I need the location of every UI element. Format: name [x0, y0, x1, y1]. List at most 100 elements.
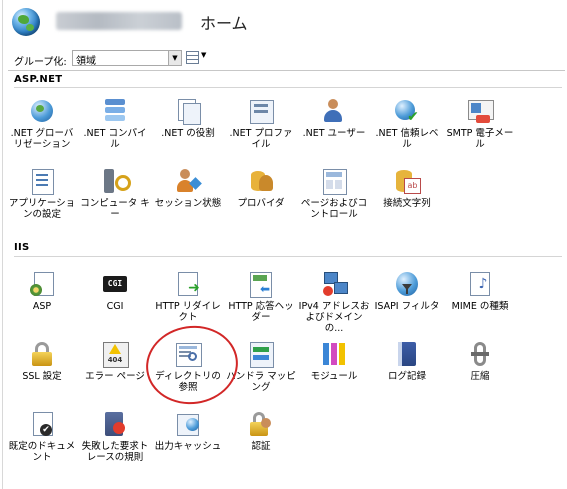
- icon-shape: [254, 104, 268, 107]
- feature-compression[interactable]: 圧縮: [444, 340, 516, 404]
- icon-shape: [334, 282, 348, 294]
- server-globe-icon: [12, 8, 40, 36]
- feature-label: プロバイダ: [237, 198, 285, 209]
- icon-shape: [104, 169, 114, 193]
- icon-shape: [339, 343, 345, 365]
- feature-logging[interactable]: ログ記録: [371, 340, 443, 404]
- feature-http-response-headers[interactable]: ⬅ HTTP 応答ヘッダー: [225, 270, 297, 334]
- icon-shape: [36, 184, 48, 186]
- http-redirect-icon: ➜: [174, 270, 202, 298]
- icon-shape: [253, 347, 269, 352]
- mime-types-icon: ♪: [466, 270, 494, 298]
- icon-shape: [471, 352, 489, 356]
- icon-shape: [105, 99, 125, 105]
- blurred-hostname: [56, 12, 182, 30]
- feature-label: アプリケーションの設定: [8, 198, 76, 220]
- page-title: ホーム: [200, 14, 248, 33]
- feature-label: 認証: [251, 441, 271, 452]
- feature-ssl-lock[interactable]: SSL 設定: [6, 340, 78, 404]
- icon-shape: [30, 284, 42, 296]
- group-by-select[interactable]: 領域 ▼: [72, 50, 182, 67]
- feature-ipv4-restrictions[interactable]: IPv4 アドレスおよびドメインの...: [298, 270, 370, 334]
- feature-label: ISAPI フィルタ: [374, 301, 440, 312]
- feature-label: CGI: [106, 301, 124, 312]
- feature-mime-types[interactable]: ♪ MIME の種類: [444, 270, 516, 334]
- feature-label: HTTP 応答ヘッダー: [228, 301, 294, 323]
- section-divider: [14, 256, 562, 257]
- view-mode-button[interactable]: ▼: [186, 50, 210, 64]
- app-settings-icon: [28, 167, 56, 195]
- ssl-lock-icon: [28, 340, 56, 368]
- icon-shape: [109, 344, 121, 354]
- icon-shape: CGI: [103, 276, 127, 292]
- feature-label: IPv4 アドレスおよびドメインの...: [298, 301, 370, 334]
- feature-failed-request-tracing[interactable]: 失敗した要求トレースの規則: [79, 410, 151, 474]
- feature-smtp-mail[interactable]: SMTP 電子メール: [444, 97, 516, 161]
- feature-session-state[interactable]: セッション状態: [152, 167, 224, 231]
- machine-key-icon: [101, 167, 131, 195]
- feature-pages-controls[interactable]: ページおよびコントロール: [298, 167, 370, 231]
- group-by-value: 領域: [76, 56, 96, 67]
- feature-label: ページおよびコントロール: [300, 198, 368, 220]
- icon-shape: [261, 418, 271, 428]
- feature-http-redirect[interactable]: ➜ HTTP リダイレクト: [152, 270, 224, 334]
- feature-error-pages[interactable]: 404 エラー ページ: [79, 340, 151, 404]
- output-caching-icon: [174, 410, 202, 438]
- feature-label: コンピュータ キー: [80, 198, 150, 220]
- icon-shape: [115, 175, 131, 191]
- feature-users[interactable]: .NET ユーザー: [298, 97, 370, 161]
- smtp-mail-icon: [466, 97, 494, 125]
- feature-label: セッション状態: [154, 198, 222, 209]
- icon-shape: [113, 422, 125, 434]
- icon-shape: [186, 418, 199, 431]
- icon-shape: [36, 179, 48, 181]
- chevron-down-icon: ▼: [201, 51, 207, 59]
- icon-shape: [471, 103, 481, 113]
- connection-strings-icon: ab: [393, 167, 421, 195]
- icon-shape: [105, 107, 125, 113]
- feature-isapi-filters[interactable]: ISAPI フィルタ: [371, 270, 443, 334]
- icon-shape: [254, 110, 268, 113]
- compile-icon: [101, 97, 129, 125]
- feature-label: MIME の種類: [451, 301, 509, 312]
- feature-globe[interactable]: .NET グローバリゼーション: [6, 97, 78, 161]
- feature-profile[interactable]: .NET プロファイル: [225, 97, 297, 161]
- trust-level-icon: ✔: [393, 97, 421, 125]
- feature-label: 失敗した要求トレースの規則: [81, 441, 149, 463]
- feature-label: エラー ページ: [85, 371, 145, 382]
- icon-shape: [32, 352, 52, 366]
- feature-app-settings[interactable]: アプリケーションの設定: [6, 167, 78, 231]
- failed-request-tracing-icon: [101, 410, 129, 438]
- icon-shape: [183, 103, 201, 125]
- feature-label: HTTP リダイレクト: [155, 301, 221, 323]
- feature-label: ログ記録: [387, 371, 426, 382]
- users-icon: [320, 97, 348, 125]
- feature-authentication[interactable]: 認証: [225, 410, 297, 474]
- feature-roles[interactable]: .NET の役割: [152, 97, 224, 161]
- feature-compile[interactable]: .NET コンパイル: [79, 97, 151, 161]
- feature-label: ASP: [32, 301, 52, 312]
- icon-shape: [105, 115, 125, 121]
- feature-label: .NET コンパイル: [83, 128, 147, 150]
- feature-asp[interactable]: ASP: [6, 270, 78, 334]
- feature-default-document[interactable]: ✔ 既定のドキュメント: [6, 410, 78, 474]
- feature-providers[interactable]: プロバイダ: [225, 167, 297, 231]
- feature-cgi[interactable]: CGI CGI: [79, 270, 151, 334]
- feature-trust-level[interactable]: ✔ .NET 信頼レベル: [371, 97, 443, 161]
- feature-label: .NET の役割: [161, 128, 215, 139]
- icon-shape: ✔: [407, 109, 419, 125]
- icon-shape: [323, 343, 329, 365]
- feature-machine-key[interactable]: コンピュータ キー: [79, 167, 151, 231]
- icon-shape: [259, 175, 273, 191]
- feature-label: 圧縮: [470, 371, 490, 382]
- feature-label: SMTP 電子メール: [446, 128, 514, 150]
- group-by-toolbar: グループ化: 領域 ▼ ▼: [8, 48, 565, 71]
- feature-modules[interactable]: モジュール: [298, 340, 370, 404]
- feature-connection-strings[interactable]: ab 接続文字列: [371, 167, 443, 231]
- authentication-icon: [247, 410, 275, 438]
- pages-controls-icon: [320, 167, 348, 195]
- globe-icon: [28, 97, 56, 125]
- icon-shape: ✔: [40, 424, 52, 436]
- asp-icon: [28, 270, 56, 298]
- feature-output-caching[interactable]: 出力キャッシュ: [152, 410, 224, 474]
